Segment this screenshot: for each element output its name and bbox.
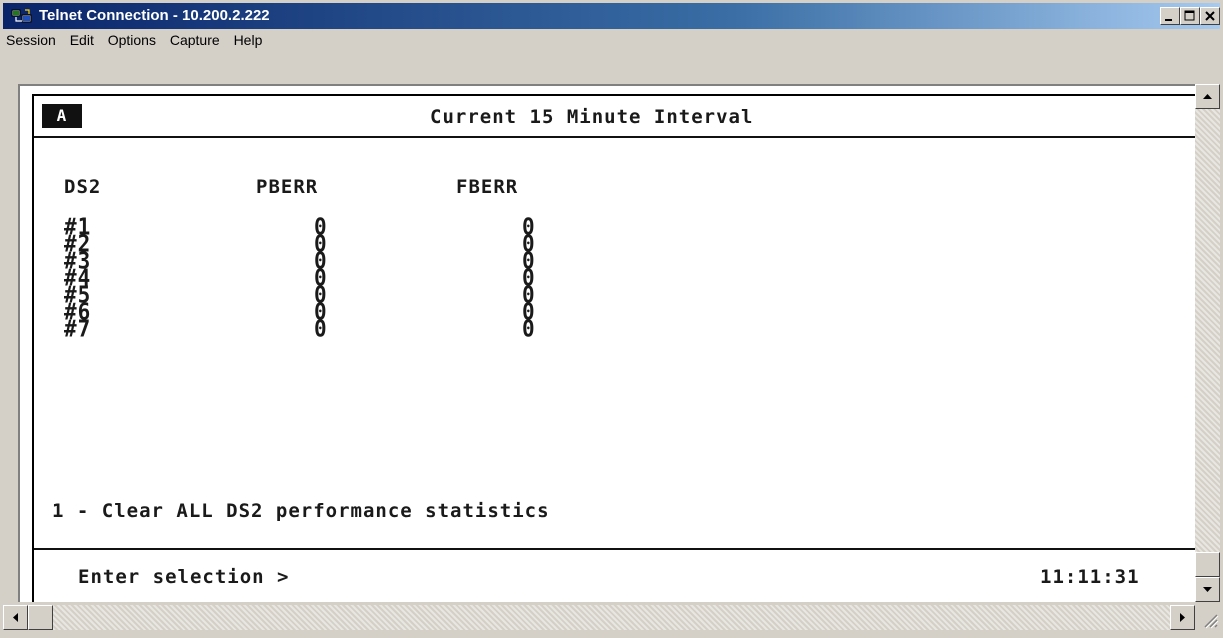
telnet-icon [11,9,32,23]
column-header-fberr: FBERR [456,176,519,198]
column-header-ds2: DS2 [64,176,102,198]
resize-grip-icon [1204,614,1219,629]
clock: 11:11:31 [1040,566,1140,588]
vertical-scroll-thumb[interactable] [1195,552,1220,577]
horizontal-scroll-thumb[interactable] [28,605,53,630]
column-header-pberr: PBERR [256,176,319,198]
screen-title: Current 15 Minute Interval [430,106,754,128]
header-divider [34,136,1195,138]
selection-prompt[interactable]: Enter selection > [78,566,289,588]
vertical-scrollbar[interactable] [1195,84,1220,602]
vertical-scroll-track[interactable] [1195,109,1220,552]
session-badge: A [42,104,82,128]
minimize-icon [1165,19,1172,21]
maximize-button[interactable] [1180,7,1200,25]
menu-help[interactable]: Help [230,30,267,48]
close-button[interactable] [1200,7,1220,25]
horizontal-scrollbar[interactable] [3,605,1195,630]
scroll-left-button[interactable] [3,605,28,630]
menu-capture[interactable]: Capture [166,30,224,48]
arrow-up-icon [1203,94,1212,99]
window-title: Telnet Connection - 10.200.2.222 [39,7,270,24]
resize-grip[interactable] [1195,605,1220,630]
horizontal-scroll-track[interactable] [53,605,1170,630]
scroll-up-button[interactable] [1195,84,1220,109]
terminal-screen[interactable]: A Current 15 Minute Interval DS2 PBERR F… [32,94,1195,602]
row-label: #7 [64,315,92,343]
menu-bar: Session Edit Options Capture Help [3,30,1220,52]
footer-divider [34,548,1195,550]
scroll-right-button[interactable] [1170,605,1195,630]
arrow-right-icon [1180,613,1185,622]
arrow-down-icon [1203,587,1212,592]
arrow-left-icon [13,613,18,622]
menu-edit[interactable]: Edit [66,30,98,48]
fberr-value: 0 [522,315,536,343]
menu-option-clear[interactable]: 1 - Clear ALL DS2 performance statistics [52,500,550,522]
scroll-down-button[interactable] [1195,577,1220,602]
close-icon [1205,11,1215,21]
maximize-icon [1184,10,1195,21]
minimize-button[interactable] [1160,7,1180,25]
pberr-value: 0 [314,315,328,343]
telnet-window: Telnet Connection - 10.200.2.222 Session… [0,0,1223,638]
title-bar[interactable]: Telnet Connection - 10.200.2.222 [3,3,1220,29]
menu-session[interactable]: Session [3,30,60,48]
menu-options[interactable]: Options [104,30,160,48]
